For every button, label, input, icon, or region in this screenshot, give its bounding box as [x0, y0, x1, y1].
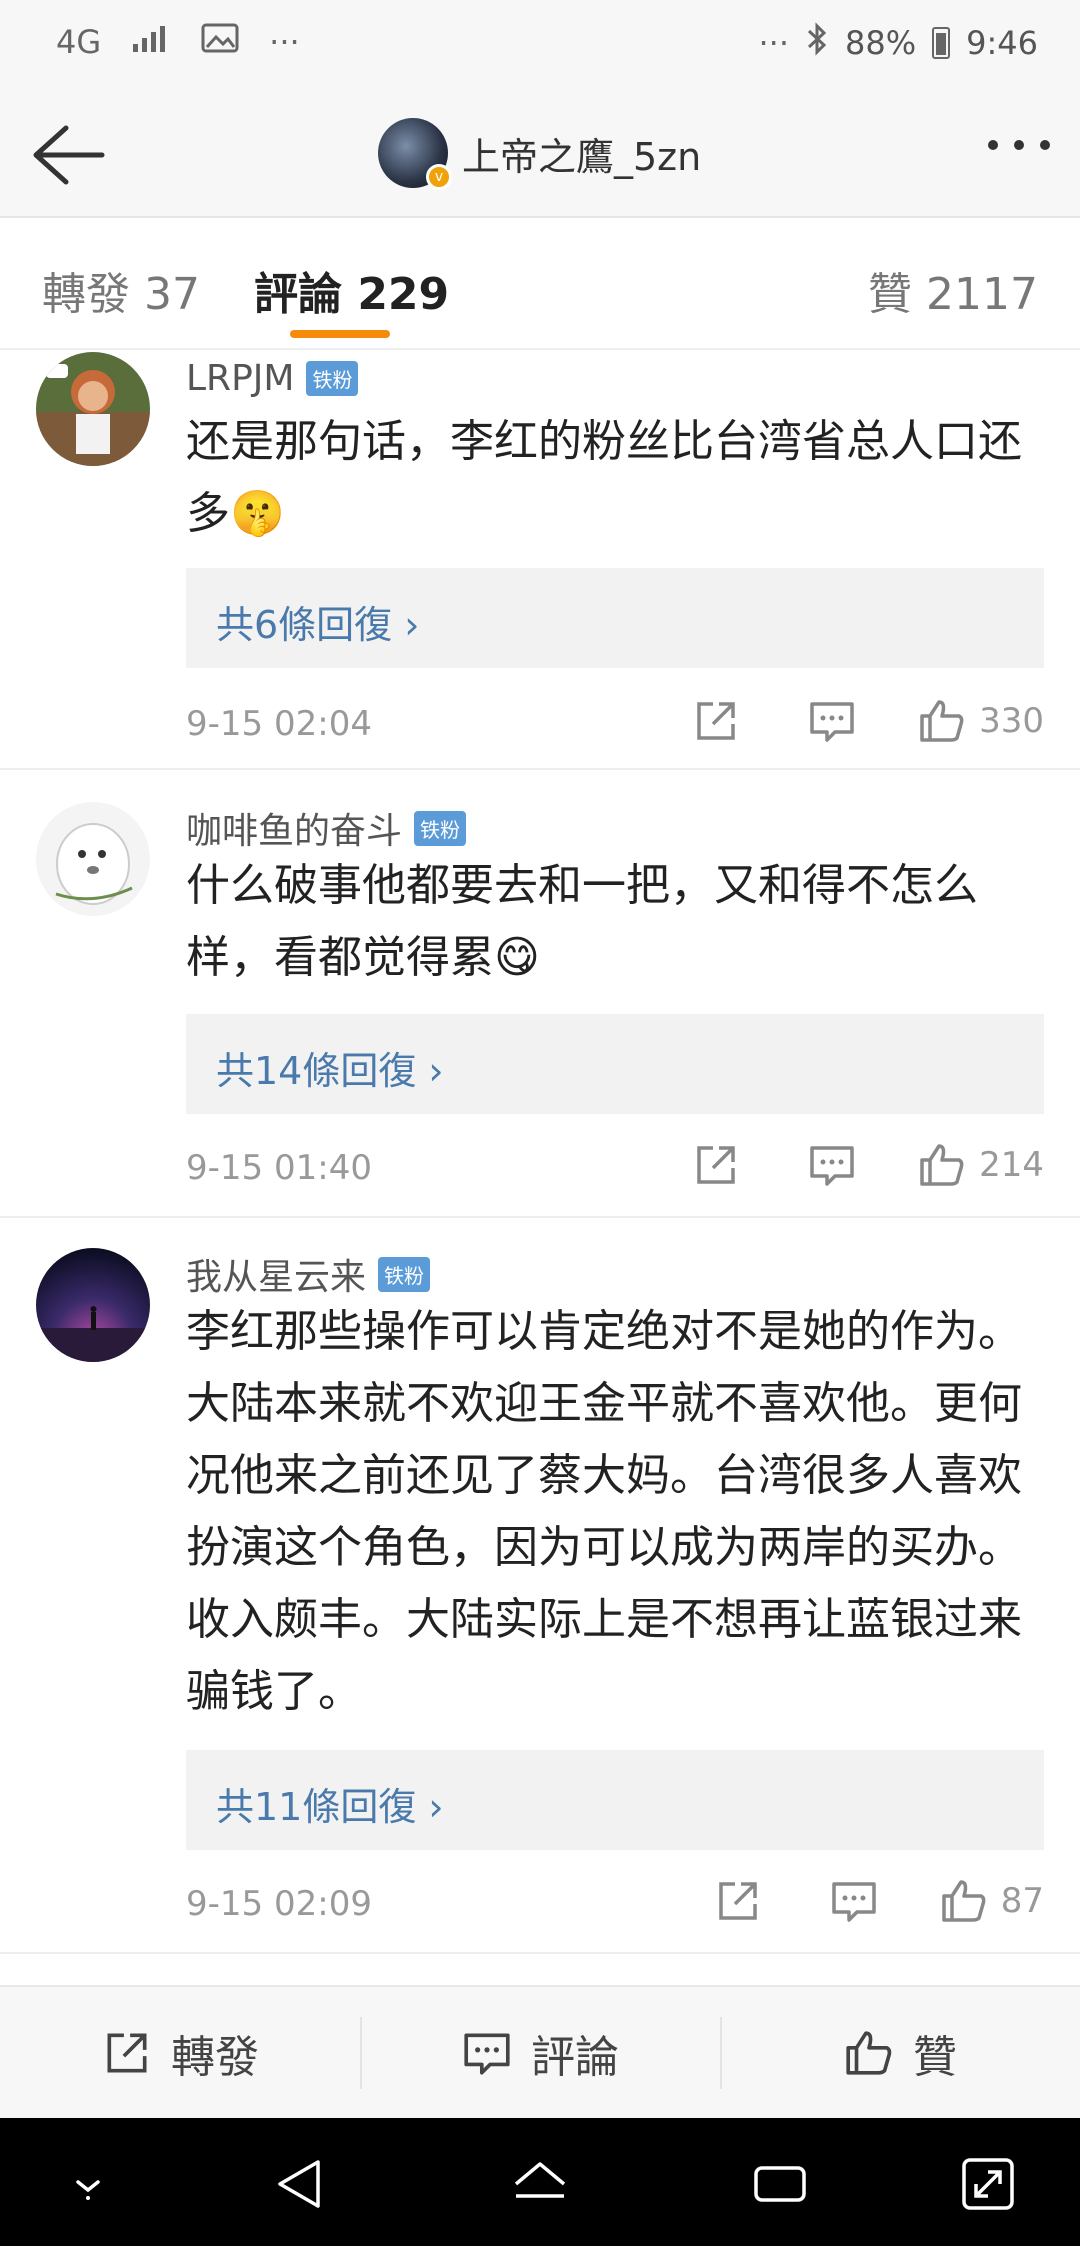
comment-label: 評論	[531, 2031, 619, 2083]
comment-icon	[464, 2033, 510, 2075]
tab-likes[interactable]: 贊 2117	[868, 258, 1038, 322]
comment-icon[interactable]	[829, 1876, 879, 1926]
more-icon: ···	[758, 24, 790, 62]
more-dots-icon[interactable]	[988, 140, 1050, 150]
like-button[interactable]: 贊	[720, 1987, 1080, 2118]
username[interactable]: 咖啡鱼的奋斗	[186, 802, 402, 854]
home-icon[interactable]	[510, 2154, 570, 2214]
comment-icon[interactable]	[807, 696, 857, 746]
battery-icon	[932, 27, 951, 59]
comment-line: 大陆本来就不欢迎王金平就不喜欢他。更何	[186, 1378, 1022, 1429]
avatar[interactable]	[36, 1248, 150, 1362]
signal-icon	[131, 22, 171, 62]
bottom-action-bar: 轉發 評論 贊	[0, 1985, 1080, 2118]
fan-badge: 铁粉	[414, 810, 467, 846]
replies-link[interactable]: 共14條回復 ›	[186, 1014, 1044, 1114]
comment-line: 扮演这个角色，因为可以成为两岸的买办。	[186, 1522, 1022, 1573]
like-icon[interactable]	[917, 1140, 967, 1190]
expand-icon[interactable]	[958, 2154, 1018, 2214]
replies-link[interactable]: 共6條回復 ›	[186, 568, 1044, 668]
back-arrow-icon[interactable]	[28, 120, 108, 190]
comment-text: 什么破事他都要去和一把，又和得不怎么 样，看都觉得累😋	[186, 850, 1046, 994]
share-icon[interactable]	[691, 696, 741, 746]
recent-apps-icon[interactable]	[750, 2154, 810, 2214]
comment-line: 多	[186, 488, 230, 539]
top-nav: v 上帝之鷹_5zn	[0, 90, 1080, 218]
comment-button[interactable]: 評論	[360, 1987, 720, 2118]
like-count: 330	[979, 701, 1044, 741]
share-icon	[107, 2033, 147, 2072]
network-type: 4G	[56, 23, 102, 61]
comment-line: 收入颇丰。大陆实际上是不想再让蓝银过来	[186, 1594, 1022, 1645]
emoji-icon: 🤫	[230, 488, 285, 539]
clock: 9:46	[966, 24, 1038, 62]
username[interactable]: 我从星云来	[186, 1248, 366, 1300]
comment-timestamp: 9-15 01:40	[186, 1148, 372, 1188]
battery-percent: 88%	[845, 24, 917, 62]
image-icon	[201, 22, 239, 62]
comment-text: 李红那些操作可以肯定绝对不是她的作为。 大陆本来就不欢迎王金平就不喜欢他。更何 …	[186, 1296, 1046, 1728]
avatar[interactable]	[36, 802, 150, 916]
comment-line: 况他来之前还见了蔡大妈。台湾很多人喜欢	[186, 1450, 1022, 1501]
like-count: 214	[979, 1145, 1044, 1185]
chevron-down-icon[interactable]	[58, 2154, 118, 2214]
bluetooth-icon	[805, 22, 829, 64]
replies-link[interactable]: 共11條回復 ›	[186, 1750, 1044, 1850]
avatar[interactable]	[36, 352, 150, 466]
system-nav-bar	[0, 2118, 1080, 2246]
back-triangle-icon[interactable]	[270, 2154, 330, 2214]
comment-text: 还是那句话，李红的粉丝比台湾省总人口还 多🤫	[186, 406, 1046, 550]
emoji-icon: 😋	[494, 932, 540, 983]
comment-line: 什么破事他都要去和一把，又和得不怎么	[186, 860, 978, 911]
comment-timestamp: 9-15 02:04	[186, 704, 372, 744]
comment-line: 样，看都觉得累	[186, 932, 494, 983]
comment-timestamp: 9-15 02:09	[186, 1884, 372, 1924]
tab-bar: 轉發 37 評論 229 贊 2117	[0, 218, 1080, 350]
like-icon[interactable]	[917, 696, 967, 746]
comment-item: 我从星云来 铁粉 李红那些操作可以肯定绝对不是她的作为。 大陆本来就不欢迎王金平…	[0, 1218, 1080, 1954]
tab-reposts[interactable]: 轉發 37	[42, 258, 200, 322]
comment-icon[interactable]	[807, 1140, 857, 1190]
like-count: 87	[1000, 1881, 1044, 1921]
active-tab-indicator	[290, 330, 390, 338]
page-title: 上帝之鷹_5zn	[462, 134, 702, 179]
replies-count: 共11條回復 ›	[216, 1785, 444, 1829]
status-bar: 4G ··· ··· 88% 9:46	[0, 0, 1080, 90]
share-icon[interactable]	[691, 1140, 741, 1190]
username[interactable]: LRPJM	[186, 358, 294, 399]
like-icon	[846, 2030, 892, 2075]
repost-label: 轉發	[171, 2031, 259, 2083]
fan-badge: 铁粉	[306, 361, 359, 396]
verified-badge-icon: v	[426, 164, 452, 190]
more-icon: ···	[269, 23, 300, 61]
avatar[interactable]: v	[378, 118, 452, 190]
tab-comments[interactable]: 評論 229	[254, 258, 449, 322]
fan-badge: 铁粉	[378, 1256, 431, 1292]
comment-line: 骗钱了。	[186, 1666, 362, 1717]
comment-line: 李红那些操作可以肯定绝对不是她的作为。	[186, 1306, 1022, 1357]
comment-line: 还是那句话，李红的粉丝比台湾省总人口还	[186, 416, 1022, 467]
like-icon[interactable]	[939, 1876, 989, 1926]
share-icon[interactable]	[713, 1876, 763, 1926]
replies-count: 共6條回復 ›	[216, 603, 420, 647]
like-label: 贊	[913, 2031, 957, 2083]
replies-count: 共14條回復 ›	[216, 1049, 444, 1093]
comment-item: 咖啡鱼的奋斗 铁粉 什么破事他都要去和一把，又和得不怎么 样，看都觉得累😋 共1…	[0, 770, 1080, 1218]
profile-header[interactable]: v 上帝之鷹_5zn	[378, 118, 702, 190]
comment-item: LRPJM 铁粉 还是那句话，李红的粉丝比台湾省总人口还 多🤫 共6條回復 › …	[0, 350, 1080, 770]
repost-button[interactable]: 轉發	[0, 1987, 360, 2118]
